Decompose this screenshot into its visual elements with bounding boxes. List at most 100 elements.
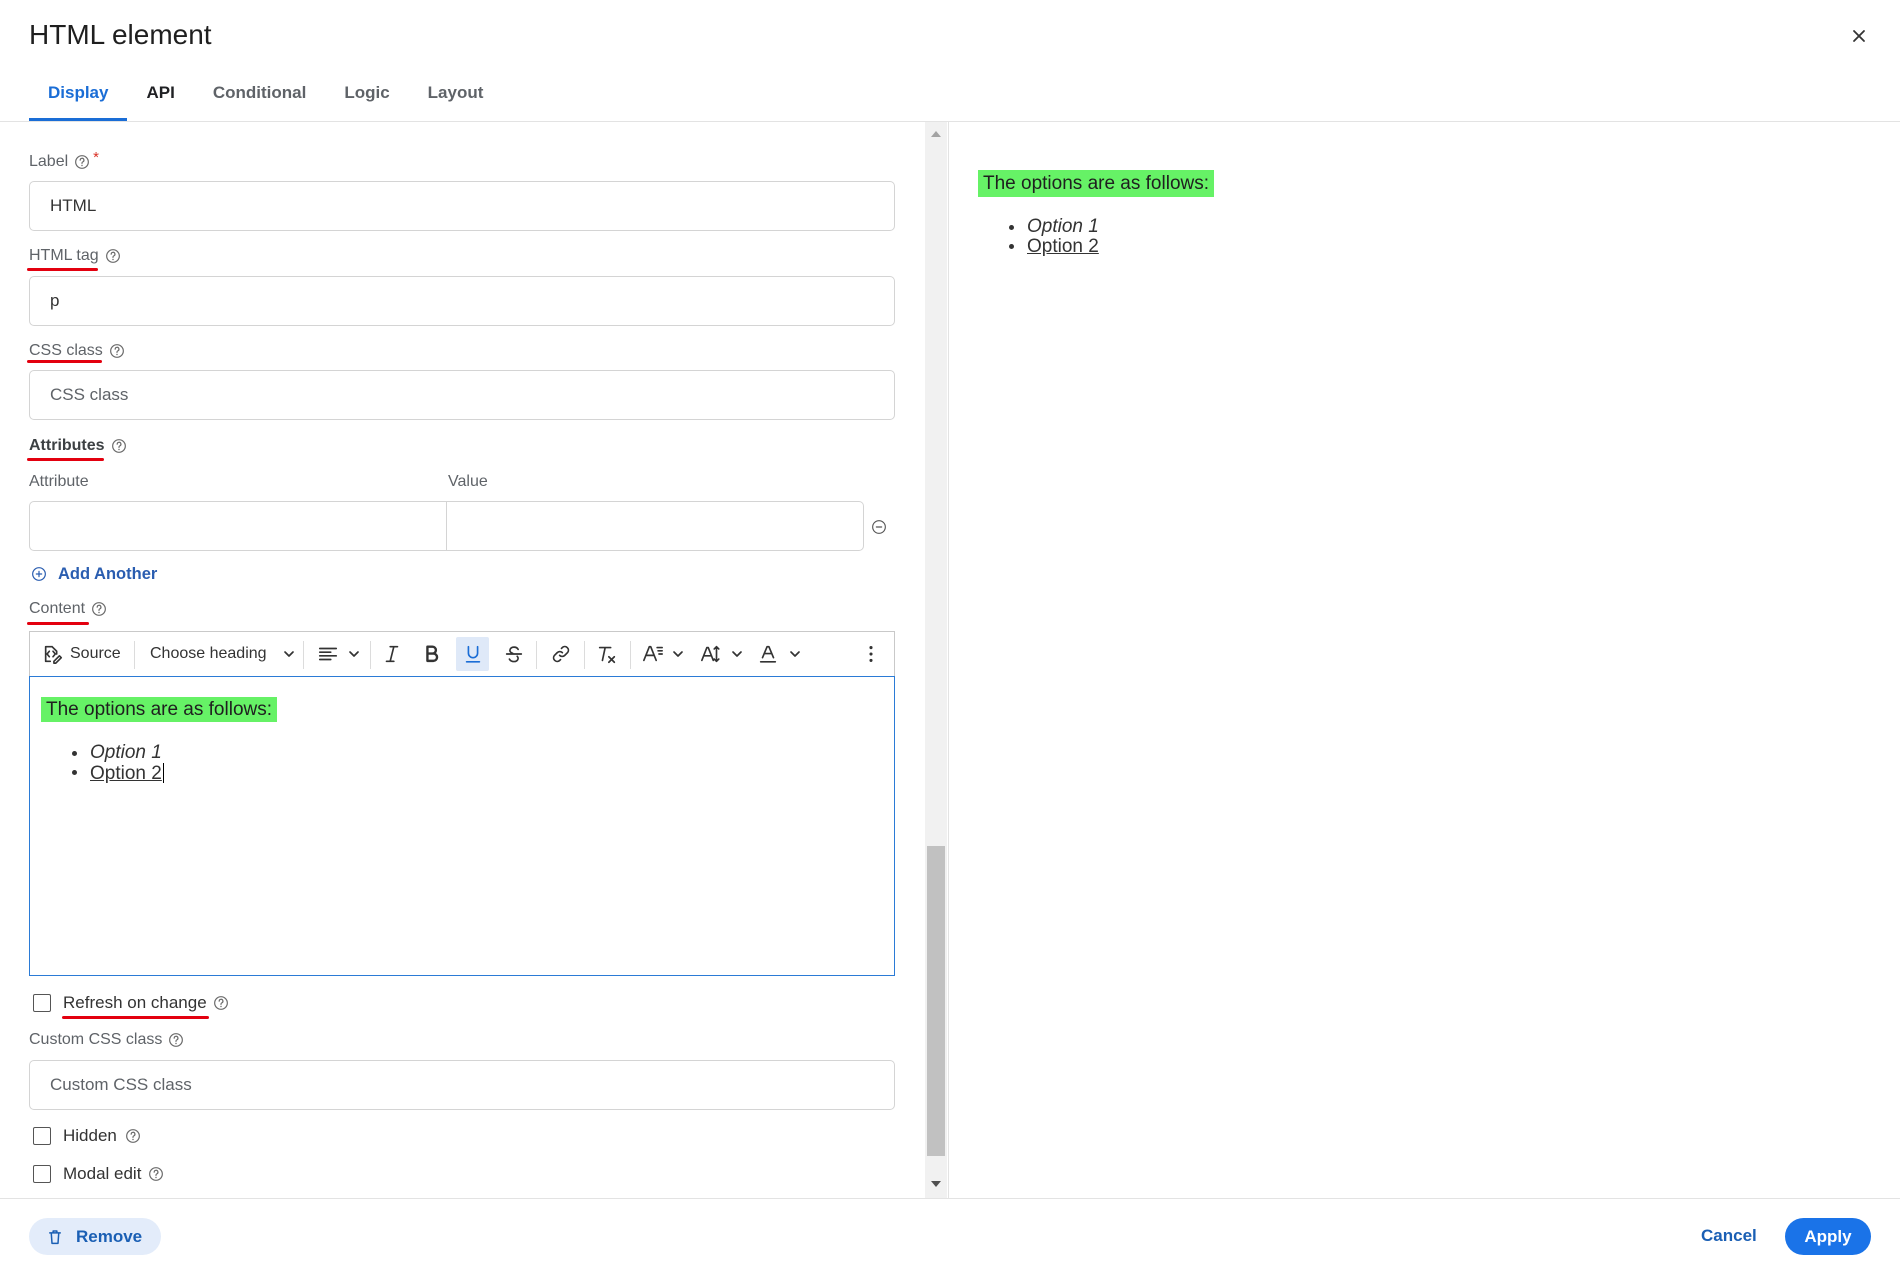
toolbar-separator [134,641,135,669]
strikethrough-icon[interactable] [503,643,525,665]
chevron-down-icon[interactable] [347,647,361,661]
list-item: Option 2 [71,762,165,784]
source-icon[interactable] [42,643,64,665]
custom-css-class-label-text: Custom CSS class [29,1031,163,1048]
remove-label[interactable]: Remove [76,1227,142,1247]
rich-text-editor[interactable]: The options are as follows: Option 1 Opt… [29,676,895,976]
list-item-text: Option 2 [1027,235,1099,257]
attributes-label-text: Attributes [29,437,105,454]
list-item: Option 1 [71,742,164,763]
help-icon[interactable] [125,1128,141,1144]
align-left-icon[interactable] [317,643,339,665]
annotation-underline [27,268,98,271]
source-button[interactable]: Source [70,644,121,664]
chevron-down-icon[interactable] [282,647,296,661]
add-another-button[interactable]: Add Another [31,564,157,584]
plus-circle-icon [32,567,46,581]
toolbar-separator [370,641,371,669]
toolbar-separator [584,641,585,669]
css-class-label-text: CSS class [29,342,103,359]
css-class-label: CSS class [29,341,125,361]
list-item-text: Option 1 [90,742,162,763]
label-input[interactable] [29,181,895,231]
cancel-button[interactable]: Cancel [1701,1226,1757,1246]
hidden-checkbox[interactable] [33,1127,51,1145]
remove-format-icon[interactable] [596,643,618,665]
footer-divider [0,1198,1900,1199]
preview-highlighted-text: The options are as follows: [978,170,1215,197]
italic-icon[interactable] [381,643,403,665]
list-item: Option 1 [1009,216,1099,237]
tab-bar: Display API Conditional Logic Layout [29,76,502,122]
apply-button[interactable]: Apply [1785,1218,1871,1255]
refresh-on-change-text[interactable]: Refresh on change [63,993,207,1013]
font-size-icon[interactable] [642,643,664,665]
text-caret [162,762,165,783]
tab-conditional[interactable]: Conditional [194,76,325,122]
help-icon[interactable] [168,1032,184,1048]
label-field-label-text: Label [29,153,69,170]
attribute-column-header: Attribute [29,473,89,490]
link-icon[interactable] [550,643,572,665]
refresh-on-change-checkbox[interactable] [33,994,51,1012]
trash-icon [49,1229,61,1244]
attribute-value-input[interactable] [447,501,864,551]
tab-logic[interactable]: Logic [325,76,408,122]
help-icon[interactable] [91,601,107,617]
scrollbar-thumb[interactable] [927,846,945,1156]
chevron-down-icon[interactable] [671,647,685,661]
minus-circle-icon[interactable] [871,519,887,535]
dialog-title: HTML element [29,19,212,50]
custom-css-class-label: Custom CSS class [29,1030,184,1050]
html-tag-label: HTML tag [29,246,121,266]
help-icon[interactable] [109,343,125,359]
attribute-name-input[interactable] [29,501,447,551]
help-icon[interactable] [148,1166,164,1182]
remove-button[interactable]: Remove [29,1218,161,1255]
toolbar-separator [630,641,631,669]
required-marker: * [93,149,99,166]
header-divider [0,121,1900,122]
html-tag-input[interactable] [29,276,895,326]
value-column-header: Value [448,473,488,490]
tab-layout[interactable]: Layout [409,76,503,122]
bold-icon[interactable] [421,643,443,665]
font-color-icon[interactable] [757,643,779,665]
modal-edit-checkbox[interactable] [33,1165,51,1183]
refresh-on-change-label[interactable]: Refresh on change [63,993,229,1013]
chevron-down-icon[interactable] [730,647,744,661]
scroll-down-arrow-icon[interactable] [931,1181,941,1187]
hidden-text[interactable]: Hidden [63,1126,117,1146]
toolbar-separator [303,641,304,669]
add-another-label[interactable]: Add Another [58,564,157,584]
tab-display[interactable]: Display [29,76,128,122]
chevron-down-icon[interactable] [788,647,802,661]
toolbar-separator [536,641,537,669]
editor-bullet-list: Option 1 Option 2 [71,742,165,784]
annotation-underline [62,1016,209,1019]
list-item: Option 2 [1009,235,1099,257]
help-icon[interactable] [111,438,127,454]
heading-dropdown[interactable]: Choose heading [150,644,267,664]
scroll-up-arrow-icon[interactable] [931,131,941,137]
hidden-label[interactable]: Hidden [63,1126,141,1146]
tab-api[interactable]: API [127,76,193,122]
annotation-underline [27,458,104,461]
modal-edit-text[interactable]: Modal edit [63,1164,141,1184]
content-label-text: Content [29,600,86,617]
help-icon[interactable] [213,995,229,1011]
line-height-icon[interactable] [700,643,722,665]
css-class-input[interactable] [29,370,895,420]
more-vertical-icon[interactable] [860,643,882,665]
help-icon[interactable] [105,248,121,264]
preview-bullet-list: Option 1 Option 2 [1009,216,1099,257]
help-icon[interactable] [74,154,90,170]
modal-edit-label[interactable]: Modal edit [63,1164,164,1184]
list-item-text: Option 1 [1027,216,1099,237]
underline-icon[interactable] [462,643,484,665]
label-field-label: Label * [29,149,99,172]
attributes-label: Attributes [29,436,127,456]
editor-highlighted-text: The options are as follows: [41,697,278,722]
close-icon[interactable] [1852,29,1866,43]
custom-css-class-input[interactable] [29,1060,895,1110]
